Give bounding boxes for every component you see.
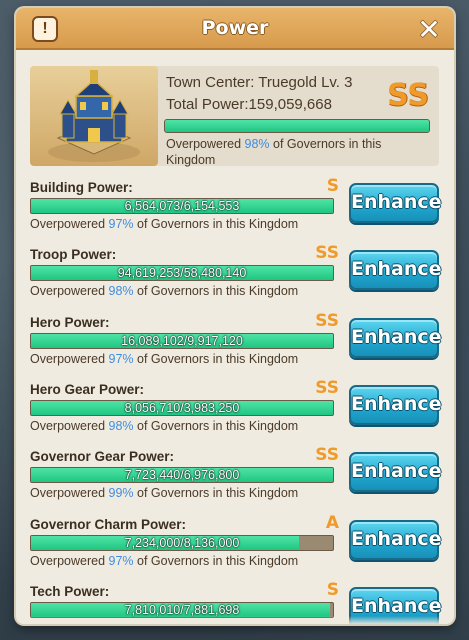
power-row-title: Troop Power: bbox=[30, 247, 117, 263]
power-row-bar: 7,234,000/8,136,000 bbox=[30, 534, 334, 551]
town-center-summary: Town Center: Truegold Lv. 3 Total Power:… bbox=[30, 66, 439, 167]
building-name: Town Center: Truegold Lv. 3 bbox=[166, 74, 353, 91]
power-row-bar: 6,564,073/6,154,553 bbox=[30, 198, 334, 214]
power-row-grade: S bbox=[326, 579, 339, 600]
power-row-overpowered-text: Overpowered 97% of Governors in this Kin… bbox=[30, 553, 299, 568]
power-row-bar: 8,056,710/3,983,250 bbox=[30, 399, 334, 416]
power-row-value: 7,723,440/6,976,800 bbox=[124, 468, 240, 483]
enhance-button[interactable]: Enhance bbox=[349, 519, 442, 560]
enhance-button[interactable]: Enhance bbox=[349, 250, 442, 291]
power-row-bar: 16,089,102/9,917,120 bbox=[30, 332, 334, 349]
enhance-button[interactable]: Enhance bbox=[349, 452, 442, 493]
power-row: Troop Power: SS 94,619,253/58,480,140 Ov… bbox=[30, 243, 442, 314]
power-row-value: 16,089,102/9,917,120 bbox=[121, 333, 243, 348]
power-row-value: 94,619,253/58,480,140 bbox=[117, 266, 247, 281]
power-row-title: Governor Gear Power: bbox=[30, 449, 175, 465]
power-row-overpowered-text: Overpowered 98% of Governors in this Kin… bbox=[30, 284, 299, 299]
total-grade-badge: SS bbox=[387, 78, 429, 113]
power-row: Building Power: S 6,564,073/6,154,553 Ov… bbox=[30, 176, 442, 247]
total-power-bar-fill bbox=[165, 120, 429, 132]
town-center-icon bbox=[30, 66, 158, 166]
power-row-title: Governor Charm Power: bbox=[30, 516, 187, 532]
power-row-value: 8,056,710/3,983,250 bbox=[124, 400, 240, 415]
power-row-grade: SS bbox=[315, 377, 339, 398]
power-row-grade: SS bbox=[315, 310, 339, 331]
scroll-fade bbox=[16, 616, 454, 624]
power-row-title: Building Power: bbox=[30, 180, 133, 195]
power-row-grade: A bbox=[325, 512, 339, 533]
total-overpowered-text: Overpowered 98% of Governors in this Kin… bbox=[166, 137, 382, 167]
total-overpowered-percent: 98% bbox=[244, 137, 270, 151]
power-row-title: Tech Power: bbox=[30, 583, 110, 599]
power-row-title: Hero Power: bbox=[30, 314, 110, 330]
power-row: Governor Gear Power: SS 7,723,440/6,976,… bbox=[30, 445, 442, 516]
enhance-button[interactable]: Enhance bbox=[349, 317, 442, 358]
power-row-bar: 7,723,440/6,976,800 bbox=[30, 467, 334, 484]
overpowered-percent: 98% bbox=[108, 284, 134, 299]
enhance-button[interactable]: Enhance bbox=[349, 183, 442, 223]
overpowered-percent: 97% bbox=[108, 351, 134, 366]
power-row-overpowered-text: Overpowered 99% of Governors in this Kin… bbox=[30, 486, 299, 501]
panel-header: ! Power ✕ bbox=[16, 8, 454, 50]
power-row: Governor Charm Power: A 7,234,000/8,136,… bbox=[30, 513, 442, 584]
power-row-grade: S bbox=[326, 176, 339, 196]
power-row-value: 6,564,073/6,154,553 bbox=[124, 199, 240, 213]
power-row-overpowered-text: Overpowered 97% of Governors in this Kin… bbox=[30, 217, 299, 231]
power-row-value: 7,234,000/8,136,000 bbox=[124, 535, 240, 550]
power-row-overpowered-text: Overpowered 98% of Governors in this Kin… bbox=[30, 418, 299, 433]
power-row: Hero Gear Power: SS 8,056,710/3,983,250 … bbox=[30, 378, 442, 449]
power-row-grade: SS bbox=[315, 445, 339, 466]
total-power-bar bbox=[164, 119, 430, 133]
overpowered-percent: 97% bbox=[108, 553, 134, 568]
power-row-title: Hero Gear Power: bbox=[30, 381, 145, 397]
close-icon[interactable]: ✕ bbox=[414, 14, 444, 45]
panel-title: Power bbox=[201, 17, 269, 39]
power-row-grade: SS bbox=[315, 243, 339, 264]
power-row-overpowered-text: Overpowered 97% of Governors in this Kin… bbox=[30, 351, 299, 366]
power-panel: ! Power ✕ Town Center: Truegold Lv. 3 To… bbox=[16, 8, 454, 624]
power-row: Hero Power: SS 16,089,102/9,917,120 Over… bbox=[30, 311, 442, 382]
overpowered-percent: 99% bbox=[108, 486, 134, 501]
power-row-bar: 94,619,253/58,480,140 bbox=[30, 265, 334, 282]
total-power: Total Power:159,059,668 bbox=[166, 96, 332, 113]
enhance-button[interactable]: Enhance bbox=[349, 384, 442, 425]
overpowered-percent: 98% bbox=[108, 418, 134, 433]
overpowered-percent: 97% bbox=[108, 217, 134, 231]
